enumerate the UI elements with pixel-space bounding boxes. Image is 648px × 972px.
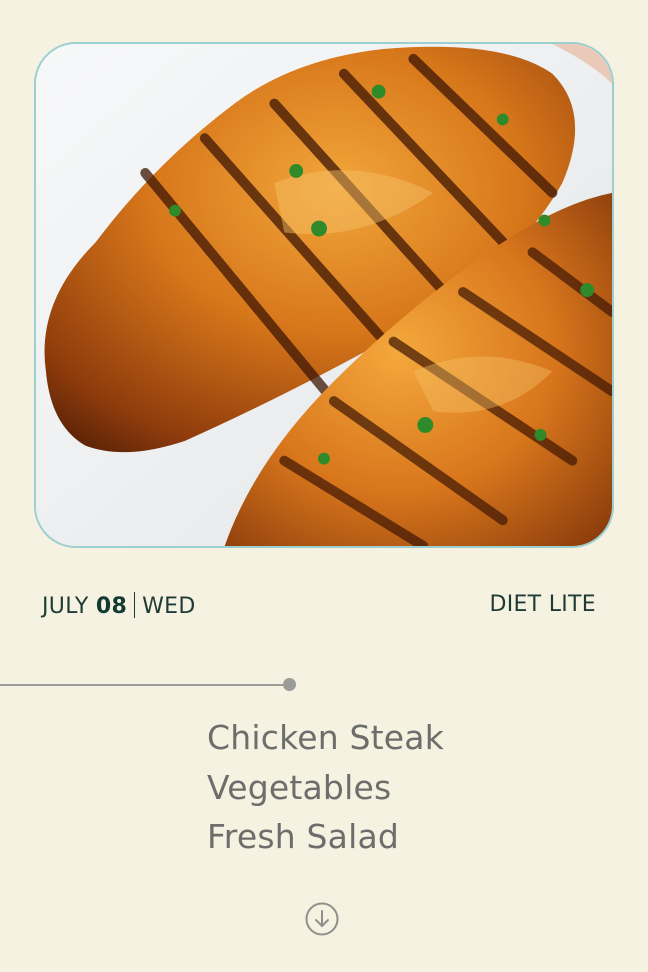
timeline-dot [283, 678, 296, 691]
date-divider [134, 592, 136, 618]
scroll-down-button[interactable] [305, 902, 339, 936]
timeline-line [0, 684, 286, 686]
date-day: 08 [95, 594, 128, 619]
date-month: JULY [42, 594, 89, 619]
menu-item-chicken-steak: Chicken Steak [207, 718, 445, 757]
date-weekday: WED [142, 594, 196, 619]
arrow-down-circle-icon [305, 902, 339, 936]
menu-list: Chicken Steak Vegetables Fresh Salad [207, 713, 444, 862]
date-line: JULY 08 WED [42, 592, 196, 619]
diet-plan-label: DIET LITE [489, 592, 596, 617]
grilled-chicken-image [36, 44, 612, 546]
food-photo [34, 42, 614, 548]
menu-item-fresh-salad: Fresh Salad [207, 817, 400, 856]
menu-item-vegetables: Vegetables [207, 767, 392, 807]
